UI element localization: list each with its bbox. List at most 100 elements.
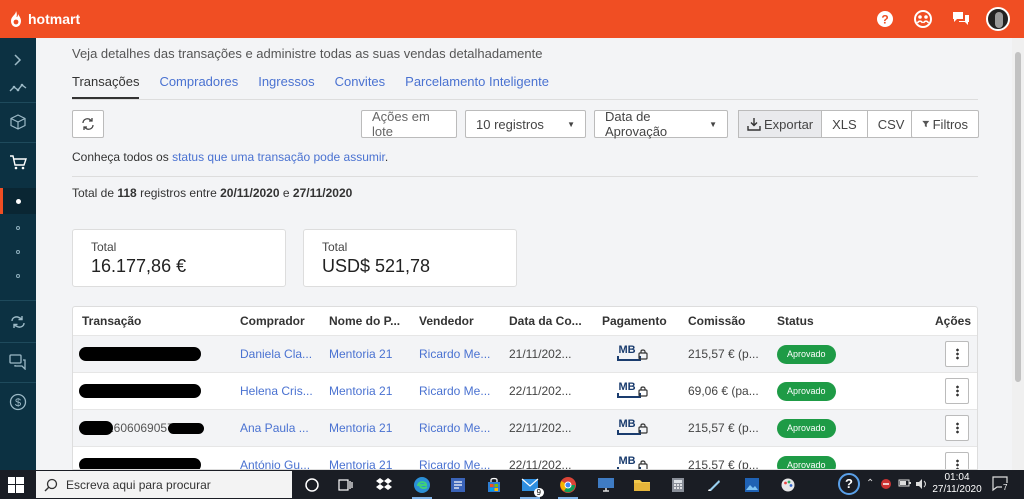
tab-parcelamento[interactable]: Parcelamento Inteligente	[405, 74, 549, 99]
table-row[interactable]: Helena Cris... Mentoria 21 Ricardo Me...…	[73, 372, 977, 410]
sidebar-subitem-2[interactable]	[0, 243, 36, 261]
commission-cell: 69,06 € (pa...	[688, 384, 759, 398]
transaction-cell[interactable]	[73, 373, 223, 410]
mail-icon[interactable]: 9	[518, 473, 544, 499]
remote-desktop-icon[interactable]	[594, 473, 618, 497]
col-header-status[interactable]: Status	[777, 307, 814, 335]
chevron-up-icon[interactable]: ⌃	[866, 478, 874, 489]
col-header-transacao[interactable]: Transação	[82, 307, 141, 335]
col-header-produto[interactable]: Nome do P...	[329, 307, 400, 335]
photos-icon[interactable]	[740, 473, 764, 497]
table-row[interactable]: António Gu... Mentoria 21 Ricardo Me... …	[73, 446, 977, 469]
export-button[interactable]: Exportar	[738, 110, 823, 138]
circle-icon	[16, 226, 20, 230]
seller-link[interactable]: Ricardo Me...	[419, 410, 499, 447]
date-cell: 22/11/202...	[509, 384, 572, 398]
col-header-vendedor[interactable]: Vendedor	[419, 307, 474, 335]
calculator-icon[interactable]	[666, 473, 690, 497]
edge-icon[interactable]	[410, 473, 434, 499]
commission-cell: 215,57 € (p...	[688, 347, 759, 361]
seller-link[interactable]: Ricardo Me...	[419, 373, 499, 410]
row-actions-button[interactable]	[945, 341, 969, 367]
page-scrollbar[interactable]	[1012, 38, 1024, 470]
filters-button[interactable]: Filtros	[911, 110, 979, 138]
col-header-pagamento[interactable]: Pagamento	[602, 307, 667, 335]
chrome-icon[interactable]	[556, 473, 580, 499]
tab-convites[interactable]: Convites	[335, 74, 386, 99]
buyer-link[interactable]: Daniela Cla...	[240, 336, 320, 373]
messages-icon[interactable]	[0, 350, 36, 374]
xls-button[interactable]: XLS	[821, 110, 868, 138]
store-icon[interactable]	[482, 473, 506, 497]
row-actions-button[interactable]	[945, 452, 969, 469]
transaction-cell[interactable]	[73, 447, 223, 469]
csv-button[interactable]: CSV	[866, 110, 916, 138]
chat-icon[interactable]	[948, 6, 974, 32]
seller-link[interactable]: Ricardo Me...	[419, 447, 499, 469]
transaction-cell[interactable]	[73, 336, 223, 373]
paint-icon[interactable]	[776, 473, 800, 497]
taskbar-search-box[interactable]: Escreva aqui para procurar	[36, 471, 292, 498]
app-icon[interactable]	[702, 473, 726, 497]
date-type-select[interactable]: Data de Aprovação ▼	[594, 109, 728, 139]
cart-icon[interactable]	[0, 150, 36, 174]
export-button-group: Exportar XLS CSV	[738, 110, 916, 138]
filters-label: Filtros	[932, 116, 968, 132]
refresh-button[interactable]	[72, 110, 104, 138]
community-icon[interactable]	[910, 6, 936, 32]
lock-icon	[638, 460, 648, 469]
user-avatar[interactable]	[986, 7, 1010, 31]
network-icon[interactable]	[880, 478, 892, 493]
help-tray-icon[interactable]: ?	[838, 473, 860, 495]
records-count: 118	[117, 186, 137, 200]
dropbox-icon[interactable]	[372, 473, 396, 497]
notification-count: 7	[1002, 483, 1009, 492]
dollar-icon[interactable]: $	[0, 390, 36, 414]
task-view-icon[interactable]	[334, 473, 358, 497]
system-clock[interactable]: 01:04 27/11/2020	[930, 472, 984, 496]
download-icon	[747, 118, 761, 131]
sidebar-item-transactions[interactable]	[0, 188, 36, 214]
tab-ingressos[interactable]: Ingressos	[258, 74, 314, 99]
table-row[interactable]: Daniela Cla... Mentoria 21 Ricardo Me...…	[73, 335, 977, 373]
buyer-link[interactable]: Ana Paula ...	[240, 410, 320, 447]
records-per-page-select[interactable]: 10 registros ▼	[465, 110, 586, 138]
chevron-right-icon[interactable]	[0, 50, 36, 70]
seller-link[interactable]: Ricardo Me...	[419, 336, 499, 373]
page-subtitle: Veja detalhes das transações e administr…	[72, 46, 543, 61]
row-actions-button[interactable]	[945, 378, 969, 404]
windows-start-icon[interactable]	[8, 477, 24, 493]
col-header-comprador[interactable]: Comprador	[240, 307, 305, 335]
battery-icon[interactable]	[898, 478, 912, 491]
tab-compradores[interactable]: Compradores	[159, 74, 238, 99]
col-header-data[interactable]: Data da Co...	[509, 307, 582, 335]
file-explorer-icon[interactable]	[630, 473, 654, 497]
product-box-icon[interactable]	[0, 110, 36, 134]
buyer-link[interactable]: Helena Cris...	[240, 373, 320, 410]
sync-icon[interactable]	[0, 310, 36, 334]
analytics-icon[interactable]	[0, 78, 36, 98]
svg-text:$: $	[15, 397, 21, 409]
product-link[interactable]: Mentoria 21	[329, 336, 409, 373]
table-row[interactable]: 1606069057 Ana Paula ... Mentoria 21 Ric…	[73, 409, 977, 447]
row-actions-button[interactable]	[945, 415, 969, 441]
sidebar-subitem-1[interactable]	[0, 219, 36, 237]
notification-center-icon[interactable]: 7	[992, 476, 1010, 497]
scrollbar-thumb[interactable]	[1015, 52, 1021, 382]
volume-icon[interactable]	[915, 478, 927, 493]
product-link[interactable]: Mentoria 21	[329, 373, 409, 410]
buyer-link[interactable]: António Gu...	[240, 447, 320, 469]
help-icon[interactable]: ?	[872, 6, 898, 32]
transaction-cell[interactable]: 1606069057	[73, 410, 223, 447]
status-link[interactable]: status que uma transação pode assumir	[172, 150, 385, 164]
col-header-comissao[interactable]: Comissão	[688, 307, 745, 335]
product-link[interactable]: Mentoria 21	[329, 447, 409, 469]
app-icon[interactable]	[446, 473, 470, 497]
product-link[interactable]: Mentoria 21	[329, 410, 409, 447]
sidebar-subitem-3[interactable]	[0, 267, 36, 285]
batch-actions-button[interactable]: Ações em lote	[361, 109, 457, 139]
hotmart-logo[interactable]: hotmart	[8, 10, 80, 28]
kebab-icon	[955, 422, 959, 434]
tab-transacoes[interactable]: Transações	[72, 74, 140, 99]
cortana-icon[interactable]	[300, 473, 324, 497]
